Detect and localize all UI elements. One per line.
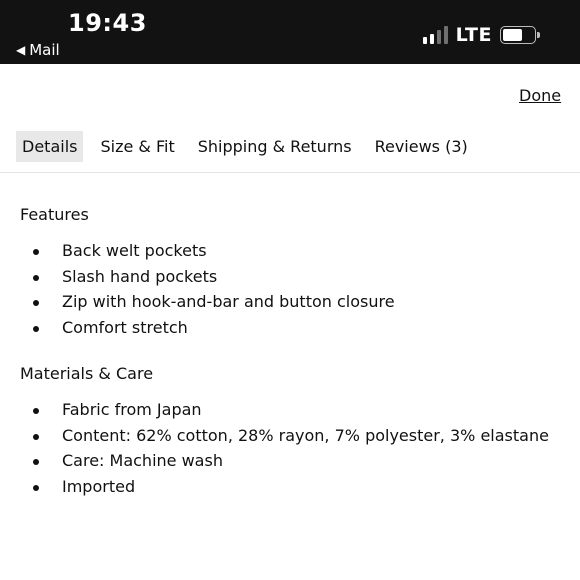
back-to-mail-button[interactable]: ◀ Mail [16,41,60,59]
materials-heading: Materials & Care [20,364,154,383]
signal-icon [422,26,448,44]
status-indicators: LTE [422,24,540,46]
back-arrow-icon: ◀ [16,43,26,57]
status-bar: 19:43 ◀ Mail LTE [0,0,580,64]
back-label: Mail [29,41,60,59]
network-type: LTE [455,24,492,46]
tab-details[interactable]: Details [16,131,84,162]
tab-bar: Details Size & Fit Shipping & Returns Re… [16,131,485,162]
status-time: 19:43 [68,9,147,37]
tab-divider [0,172,580,173]
bullet-icon [33,326,39,333]
battery-icon [500,26,540,44]
bullet-icon [33,300,39,307]
done-button[interactable]: Done [519,86,561,105]
features-heading: Features [20,205,89,224]
bullet-icon [33,433,39,440]
bullet-icon [33,408,39,414]
tab-shipping-returns[interactable]: Shipping & Returns [192,131,358,162]
tab-size-fit[interactable]: Size & Fit [94,131,180,162]
bullet-icon [33,459,39,466]
bullet-icon [33,249,39,255]
tab-reviews[interactable]: Reviews (3) [369,131,474,162]
bullet-icon [33,274,39,281]
bullet-icon [33,485,39,492]
